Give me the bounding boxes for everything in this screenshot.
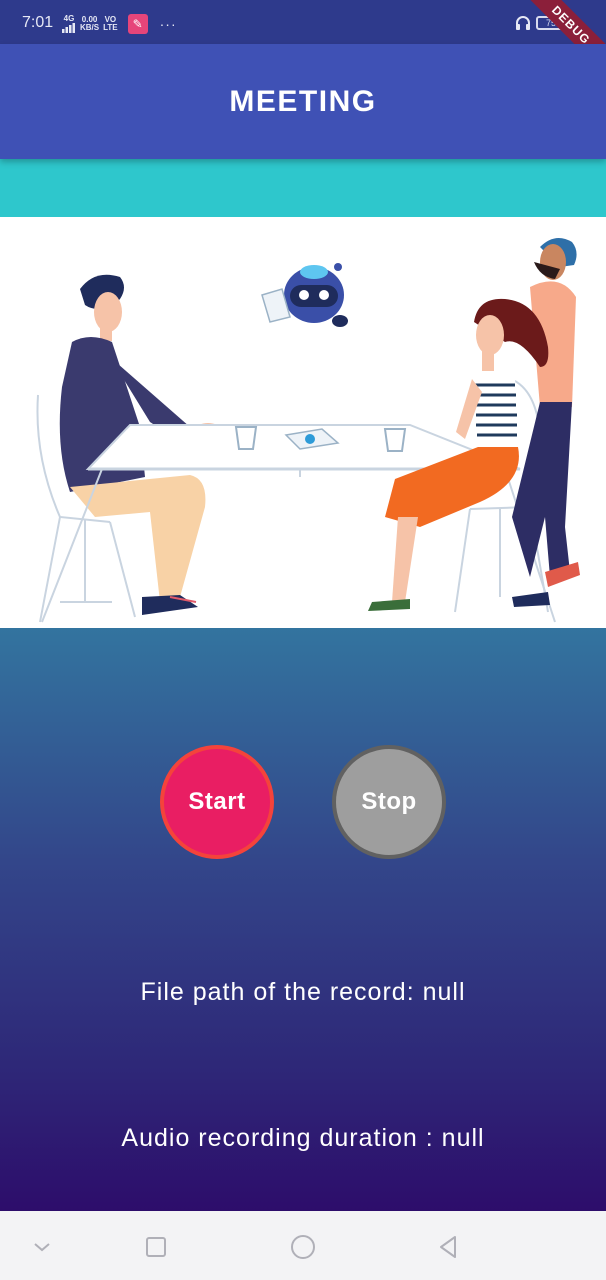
stop-button[interactable]: Stop: [332, 745, 446, 859]
network-speed: 0.00 KB/S: [80, 15, 100, 32]
status-time: 7:01: [22, 14, 54, 31]
app-notification-icon: ✎: [127, 14, 148, 34]
file-path-text: File path of the record: null: [140, 978, 466, 1006]
nav-recents-button[interactable]: [142, 1233, 170, 1261]
start-button-label: Start: [188, 788, 246, 815]
square-icon: [146, 1237, 166, 1257]
page-title: MEETING: [229, 84, 377, 118]
network-indicators: 4G 0.00 KB/S VO LTE ✎ ···: [62, 14, 177, 34]
nav-collapse-button[interactable]: [28, 1233, 56, 1261]
start-button[interactable]: Start: [160, 745, 274, 859]
meeting-scene-image: [36, 238, 580, 623]
back-triangle-icon: [440, 1236, 456, 1258]
more-notifications: ···: [159, 16, 177, 32]
nav-back-button[interactable]: [434, 1233, 462, 1261]
meeting-illustration: [0, 217, 606, 628]
volte-indicator: VO LTE: [103, 15, 118, 32]
accent-band: [0, 159, 606, 217]
signal-icon: [62, 23, 75, 33]
recorder-panel: Start Stop File path of the record: null…: [0, 628, 606, 1211]
system-nav-bar: [0, 1211, 606, 1280]
app-bar: MEETING: [0, 44, 606, 159]
chevron-down-icon: [34, 1243, 50, 1252]
status-bar: 7:01 4G 0.00 KB/S VO LTE ✎ ··· 75 DEBUG: [0, 0, 606, 86]
nav-home-button[interactable]: [289, 1233, 317, 1261]
network-type: 4G: [62, 15, 76, 33]
stop-button-label: Stop: [361, 788, 417, 815]
headphones-icon: [516, 16, 530, 30]
circle-icon: [291, 1235, 315, 1259]
duration-text: Audio recording duration : null: [121, 1124, 485, 1152]
